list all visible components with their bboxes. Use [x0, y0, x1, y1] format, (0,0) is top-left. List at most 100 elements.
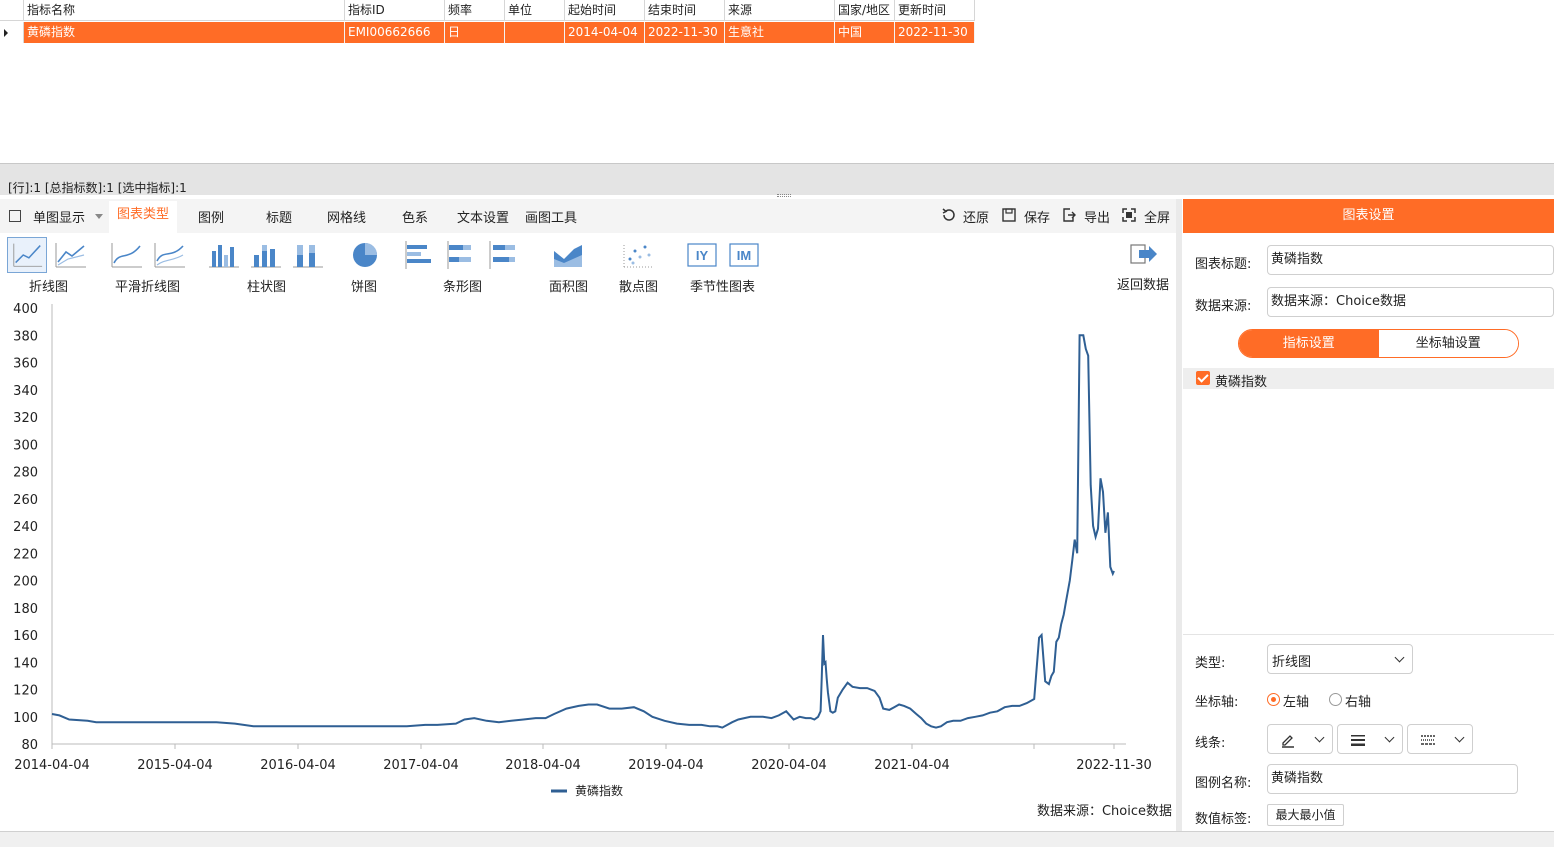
data-source-input[interactable]: 数据来源：Choice数据	[1267, 287, 1554, 317]
y-tick-label: 180	[13, 602, 38, 617]
area-chart-icon[interactable]	[548, 237, 588, 273]
stacked-bar-icon[interactable]	[441, 237, 481, 273]
col-header-country[interactable]: 国家/地区	[835, 0, 895, 21]
legend-name-input[interactable]: 黄磷指数	[1267, 764, 1518, 794]
col-header-unit[interactable]: 单位	[505, 0, 565, 21]
legend[interactable]: 黄磷指数	[551, 783, 623, 798]
cell-name[interactable]: 黄磷指数	[24, 22, 345, 43]
list-item[interactable]: 黄磷指数	[1183, 368, 1554, 390]
col-header-end[interactable]: 结束时间	[645, 0, 725, 21]
left-axis-radio[interactable]	[1267, 693, 1280, 706]
min-max-button[interactable]: 最大最小值	[1267, 804, 1344, 826]
horizontal-splitter-handle[interactable]	[777, 194, 791, 197]
percent-column-icon[interactable]	[287, 237, 327, 273]
smooth-line-label[interactable]: 平滑折线图	[115, 276, 180, 295]
bottom-tab-strip	[0, 831, 1554, 847]
tab-color-scheme[interactable]: 色系	[402, 207, 428, 226]
line-chart: 80 100 120 140 160 180 200 220 240 260 280 300 320 34…	[13, 302, 1172, 819]
pie-chart-icon[interactable]	[345, 237, 385, 273]
table-row[interactable]: 黄磷指数 EMI00662666 日 2014-04-04 2022-11-30…	[0, 22, 975, 43]
y-tick-label: 240	[13, 520, 38, 535]
vertical-splitter-handle[interactable]	[1176, 199, 1182, 831]
tab-gridlines[interactable]: 网格线	[327, 207, 366, 226]
area-chart-label[interactable]: 面积图	[549, 276, 588, 295]
x-tick-label: 2014-04-04	[14, 758, 90, 773]
y-tick-label: 280	[13, 466, 38, 481]
chevron-down-icon[interactable]	[95, 214, 103, 219]
line-width-dropdown[interactable]	[1337, 724, 1403, 754]
cell-freq[interactable]: 日	[445, 22, 505, 43]
col-header-name[interactable]: 指标名称	[24, 0, 345, 21]
x-tick-label: 2017-04-04	[383, 758, 459, 773]
legend-name-label: 图例名称:	[1195, 776, 1252, 791]
tab-indicator-settings[interactable]: 指标设置	[1239, 330, 1379, 357]
fullscreen-button[interactable]: 全屏	[1144, 207, 1170, 226]
x-tick-label: 2018-04-04	[505, 758, 581, 773]
scatter-chart-label[interactable]: 散点图	[619, 276, 658, 295]
smooth-line-alt-icon[interactable]	[149, 237, 189, 273]
export-icon[interactable]	[1061, 207, 1077, 223]
cell-source[interactable]: 生意社	[725, 22, 835, 43]
status-bar: [行]:1 [总指标数]:1 [选中指标]:1	[0, 163, 1554, 195]
col-header-source[interactable]: 来源	[725, 0, 835, 21]
seasonal-year-icon-text: IY	[696, 248, 709, 263]
pie-chart-label[interactable]: 饼图	[351, 276, 377, 295]
col-header-start[interactable]: 起始时间	[565, 0, 645, 21]
line-chart-icon[interactable]	[7, 237, 47, 273]
chart-title-input[interactable]: 黄磷指数	[1267, 245, 1554, 275]
back-to-data-icon[interactable]	[1123, 237, 1163, 273]
tab-text-settings[interactable]: 文本设置	[457, 207, 509, 226]
cell-start[interactable]: 2014-04-04	[565, 22, 645, 43]
smooth-line-icon[interactable]	[106, 237, 146, 273]
single-chart-label[interactable]: 单图显示	[33, 207, 85, 226]
tab-chart-type[interactable]: 图表类型	[109, 201, 178, 233]
line-chart-alt-icon[interactable]	[50, 237, 90, 273]
right-axis-radio[interactable]	[1329, 693, 1342, 706]
x-tick-label: 2015-04-04	[137, 758, 213, 773]
y-tick-label: 380	[13, 329, 38, 344]
col-header-id[interactable]: 指标ID	[345, 0, 445, 21]
single-chart-checkbox[interactable]	[9, 210, 21, 222]
right-axis-label[interactable]: 右轴	[1345, 691, 1371, 710]
bar-chart-label[interactable]: 条形图	[443, 276, 482, 295]
restore-button[interactable]: 还原	[963, 207, 989, 226]
stacked-column-icon[interactable]	[245, 237, 285, 273]
line-width-icon	[1351, 735, 1365, 746]
column-chart-icon[interactable]	[203, 237, 243, 273]
cell-unit[interactable]	[505, 22, 565, 43]
y-tick-label: 160	[13, 629, 38, 644]
line-chart-label[interactable]: 折线图	[29, 276, 68, 295]
fullscreen-icon[interactable]	[1121, 207, 1137, 223]
chevron-down-icon	[1394, 652, 1405, 663]
scatter-chart-icon[interactable]	[618, 237, 658, 273]
data-source-label: 数据来源:	[1195, 299, 1252, 314]
x-tick-label: 2020-04-04	[751, 758, 827, 773]
restore-icon[interactable]	[941, 207, 957, 223]
export-button[interactable]: 导出	[1084, 207, 1110, 226]
tab-axis-settings[interactable]: 坐标轴设置	[1378, 330, 1518, 357]
percent-bar-icon[interactable]	[483, 237, 523, 273]
line-dash-dropdown[interactable]	[1407, 724, 1473, 754]
cell-updated[interactable]: 2022-11-30	[895, 22, 975, 43]
back-to-data-label[interactable]: 返回数据	[1117, 274, 1169, 293]
row-indicator[interactable]	[0, 22, 24, 43]
tab-legend[interactable]: 图例	[198, 207, 224, 226]
save-icon[interactable]	[1001, 207, 1017, 223]
cell-id[interactable]: EMI00662666	[345, 22, 445, 43]
col-header-freq[interactable]: 频率	[445, 0, 505, 21]
save-button[interactable]: 保存	[1024, 207, 1050, 226]
seasonal-year-icon[interactable]: IY	[682, 237, 722, 273]
cell-end[interactable]: 2022-11-30	[645, 22, 725, 43]
tab-title[interactable]: 标题	[266, 207, 292, 226]
column-chart-label[interactable]: 柱状图	[247, 276, 286, 295]
bar-chart-icon[interactable]	[399, 237, 439, 273]
type-dropdown[interactable]: 折线图	[1267, 644, 1413, 674]
line-color-dropdown[interactable]	[1267, 724, 1333, 754]
seasonal-month-icon[interactable]: IM	[724, 237, 764, 273]
seasonal-chart-label[interactable]: 季节性图表	[690, 276, 755, 295]
col-header-updated[interactable]: 更新时间	[895, 0, 975, 21]
left-axis-label[interactable]: 左轴	[1283, 691, 1309, 710]
cell-country[interactable]: 中国	[835, 22, 895, 43]
series-checkbox[interactable]	[1196, 371, 1210, 385]
tab-drawing-tools[interactable]: 画图工具	[525, 207, 577, 226]
